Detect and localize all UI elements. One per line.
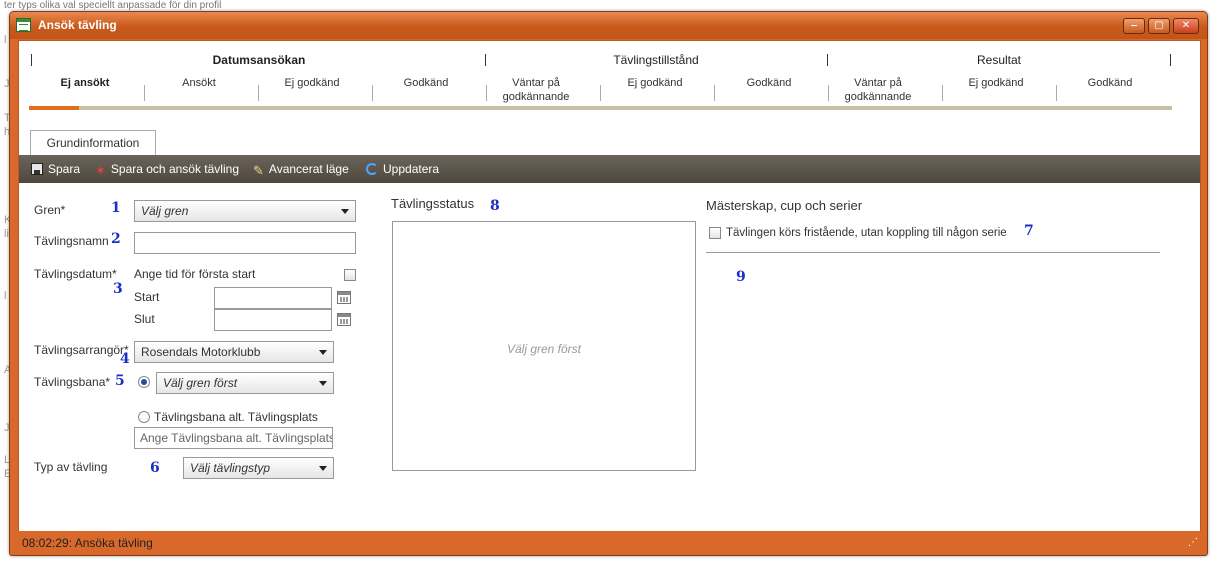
group-separator xyxy=(31,54,32,66)
refresh-button[interactable]: Uppdatera xyxy=(366,162,439,176)
status-empty-message: Välj gren först xyxy=(506,342,582,356)
first-start-label: Ange tid för första start xyxy=(134,267,256,281)
resize-grip-icon[interactable]: ⋰ xyxy=(1188,537,1198,548)
application-progress: Datumsansökan Tävlingstillstånd Resultat… xyxy=(19,41,1200,119)
step-godkand: Godkänd xyxy=(403,77,449,89)
typ-select[interactable]: Välj tävlingstyp xyxy=(183,457,334,479)
track-alt-input[interactable]: Ange Tävlingsbana alt. Tävlingsplats xyxy=(134,427,333,449)
step-ej-godkand-3: Ej godkänd xyxy=(968,77,1024,89)
progress-active-segment xyxy=(29,106,79,110)
dialog-content: Datumsansökan Tävlingstillstånd Resultat… xyxy=(18,40,1201,545)
marker-1: 1 xyxy=(111,200,121,216)
marker-9: 9 xyxy=(736,269,746,285)
advanced-icon: ✎ xyxy=(253,163,264,178)
track-select-radio[interactable] xyxy=(138,376,150,388)
form-icon xyxy=(16,18,31,32)
minimize-button[interactable]: ‒ xyxy=(1123,18,1145,34)
calendar-icon[interactable] xyxy=(337,291,351,304)
arrangor-select[interactable]: Rosendals Motorklubb xyxy=(134,341,334,363)
step-divider xyxy=(144,85,145,101)
title-bar[interactable]: Ansök tävling ‒ ▢ ✕ xyxy=(10,12,1207,39)
tavlingsbana-label: Tävlingsbana* xyxy=(34,375,111,389)
chevron-down-icon xyxy=(319,381,327,386)
step-divider xyxy=(258,85,259,101)
step-divider xyxy=(714,85,715,101)
step-ej-godkand-2: Ej godkänd xyxy=(627,77,683,89)
marker-3: 3 xyxy=(113,281,123,297)
tavlingsnamn-input[interactable] xyxy=(134,232,356,254)
tavlingsbana-select[interactable]: Välj gren först xyxy=(156,372,334,394)
step-vantar-2: Väntar på godkännande xyxy=(844,77,912,103)
typ-label: Typ av tävling xyxy=(34,460,108,474)
tavlingsnamn-label: Tävlingsnamn xyxy=(34,234,109,248)
track-alt-radio[interactable] xyxy=(138,411,150,423)
step-godkand-2: Godkänd xyxy=(746,77,792,89)
save-button[interactable]: Spara xyxy=(31,162,80,176)
marker-7: 7 xyxy=(1024,223,1034,239)
background-text: ter typs olika val speciellt anpassade f… xyxy=(4,0,222,11)
step-ansokt: Ansökt xyxy=(182,77,216,89)
progress-track xyxy=(29,106,1172,110)
group-separator xyxy=(827,54,828,66)
background-letter: l xyxy=(4,34,7,46)
end-label: Slut xyxy=(134,312,155,326)
start-date-input[interactable] xyxy=(214,287,332,309)
step-ej-ansokt: Ej ansökt xyxy=(60,77,110,89)
close-button[interactable]: ✕ xyxy=(1173,18,1199,34)
step-godkand-3: Godkänd xyxy=(1087,77,1133,89)
standalone-checkbox[interactable] xyxy=(709,227,721,239)
maximize-button[interactable]: ▢ xyxy=(1148,18,1170,34)
gren-label: Gren* xyxy=(34,203,66,217)
standalone-label: Tävlingen körs fristående, utan koppling… xyxy=(726,227,1007,239)
status-bar: 08:02:29: Ansöka tävling ⋰ xyxy=(18,531,1201,553)
step-divider xyxy=(372,85,373,101)
step-ej-godkand: Ej godkänd xyxy=(284,77,340,89)
group-title-resultat: Resultat xyxy=(976,53,1022,67)
step-divider xyxy=(600,85,601,101)
step-divider xyxy=(1056,85,1057,101)
step-divider xyxy=(486,85,487,101)
step-divider xyxy=(828,85,829,101)
toolbar: Spara ✶ Spara och ansök tävling ✎ Avancera… xyxy=(19,155,1200,183)
magic-wand-icon: ✶ xyxy=(95,163,106,178)
championships-title: Mästerskap, cup och serier xyxy=(706,198,863,213)
step-divider xyxy=(942,85,943,101)
calendar-icon[interactable] xyxy=(337,313,351,326)
group-title-tavlingstillstand: Tävlingstillstånd xyxy=(613,53,699,67)
arrangor-label: Tävlingsarrangör* xyxy=(34,343,129,357)
chevron-down-icon xyxy=(341,209,349,214)
background-letter: l xyxy=(4,290,7,302)
advanced-mode-button[interactable]: ✎ Avancerat läge xyxy=(253,162,349,178)
marker-4: 4 xyxy=(120,351,130,367)
gren-select[interactable]: Välj gren xyxy=(134,200,356,222)
save-and-apply-button[interactable]: ✶ Spara och ansök tävling xyxy=(95,162,239,178)
marker-6: 6 xyxy=(150,460,160,476)
marker-8: 8 xyxy=(490,198,500,214)
tavlingsdatum-label: Tävlingsdatum* xyxy=(34,267,117,281)
step-vantar: Väntar på godkännande xyxy=(502,77,570,103)
floppy-disk-icon xyxy=(31,163,43,175)
status-title: Tävlingsstatus xyxy=(391,196,475,211)
status-panel: Välj gren först xyxy=(392,221,696,471)
dialog-window: Ansök tävling ‒ ▢ ✕ Datumsansökan Tävlin… xyxy=(9,11,1208,556)
marker-5: 5 xyxy=(115,373,125,389)
status-text: 08:02:29: Ansöka tävling xyxy=(22,536,153,550)
marker-2: 2 xyxy=(111,231,121,247)
window-title: Ansök tävling xyxy=(38,18,117,32)
tab-grundinformation[interactable]: Grundinformation xyxy=(30,130,156,155)
refresh-icon xyxy=(366,163,378,175)
group-separator xyxy=(1170,54,1171,66)
group-separator xyxy=(485,54,486,66)
divider xyxy=(706,252,1160,253)
chevron-down-icon xyxy=(319,466,327,471)
track-alt-label: Tävlingsbana alt. Tävlingsplats xyxy=(154,410,318,424)
group-title-datumsansokan: Datumsansökan xyxy=(212,53,306,67)
chevron-down-icon xyxy=(319,350,327,355)
end-date-input[interactable] xyxy=(214,309,332,331)
start-label: Start xyxy=(134,290,160,304)
first-start-checkbox[interactable] xyxy=(344,269,356,281)
